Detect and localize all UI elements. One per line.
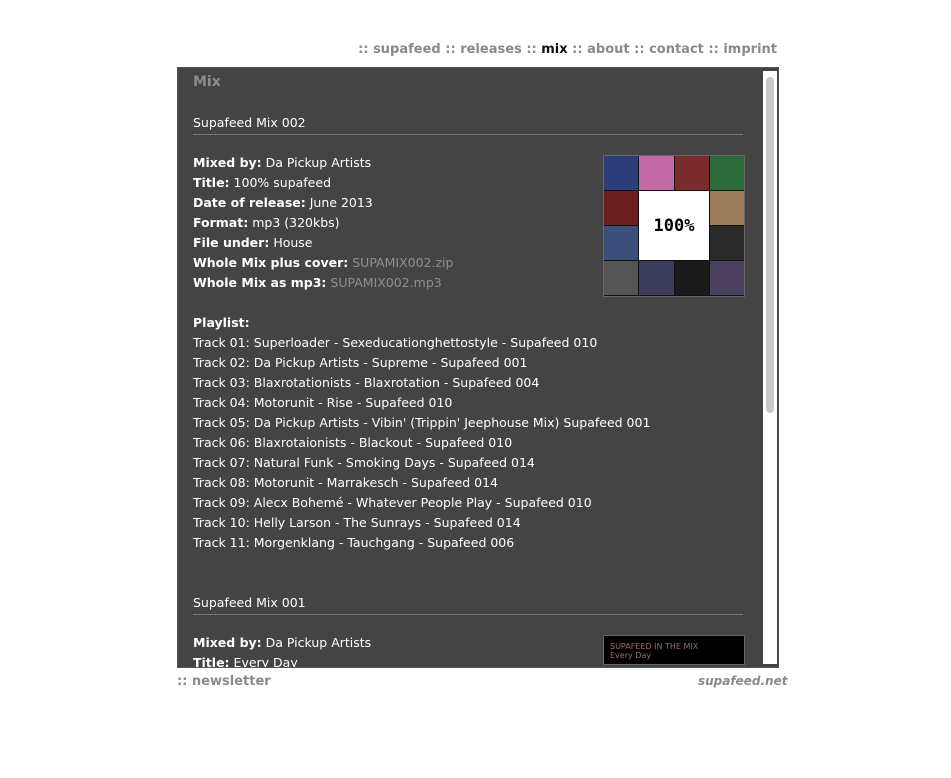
- playlist-label: Playlist:: [193, 315, 250, 330]
- download-mp3-link[interactable]: SUPAMIX002.mp3: [330, 275, 441, 290]
- nav-separator: ::: [708, 42, 719, 57]
- nav-item-about[interactable]: about: [587, 42, 629, 57]
- newsletter-link[interactable]: :: newsletter: [177, 674, 271, 689]
- detail-label: Format:: [193, 215, 249, 230]
- nav-item-contact[interactable]: contact: [649, 42, 704, 57]
- nav-separator: ::: [572, 42, 583, 57]
- detail-value: Da Pickup Artists: [265, 635, 372, 650]
- detail-label: File under:: [193, 235, 270, 250]
- mix-entry: Supafeed Mix 002: [193, 115, 743, 135]
- mix-entry: Supafeed Mix 001: [193, 595, 743, 615]
- nav-separator: ::: [445, 42, 456, 57]
- top-navigation: :: supafeed :: releases :: mix :: about …: [358, 42, 777, 57]
- cover-label: Every Day: [610, 651, 652, 660]
- section-title: Mix: [193, 74, 221, 90]
- detail-label: Date of release:: [193, 195, 306, 210]
- cover-mosaic: 100%: [604, 156, 744, 296]
- vertical-scrollbar[interactable]: [763, 71, 777, 664]
- nav-item-releases[interactable]: releases: [460, 42, 522, 57]
- detail-label: Whole Mix as mp3:: [193, 275, 327, 290]
- track-item: Track 08: Motorunit - Marrakesch - Supaf…: [193, 475, 498, 490]
- track-item: Track 05: Da Pickup Artists - Vibin' (Tr…: [193, 415, 651, 430]
- nav-item-imprint[interactable]: imprint: [723, 42, 777, 57]
- detail-value: June 2013: [309, 195, 373, 210]
- detail-value: 100% supafeed: [233, 175, 332, 190]
- detail-value: Every Day: [233, 655, 298, 668]
- nav-separator: ::: [526, 42, 537, 57]
- track-item: Track 01: Superloader - Sexeducationghet…: [193, 335, 598, 350]
- scrollbar-thumb[interactable]: [766, 77, 774, 413]
- track-item: Track 07: Natural Funk - Smoking Days - …: [193, 455, 535, 470]
- track-item: Track 03: Blaxrotationists - Blaxrotatio…: [193, 375, 540, 390]
- nav-item-mix[interactable]: mix: [541, 42, 567, 57]
- detail-label: Whole Mix plus cover:: [193, 255, 349, 270]
- track-item: Track 10: Helly Larson - The Sunrays - S…: [193, 515, 521, 530]
- mix-title: Supafeed Mix 002: [193, 115, 743, 135]
- detail-value: House: [273, 235, 313, 250]
- nav-item-supafeed[interactable]: supafeed: [373, 42, 441, 57]
- nav-separator: ::: [358, 42, 369, 57]
- track-item: Track 09: Alecx Bohemé - Whatever People…: [193, 495, 592, 510]
- cover-label: SUPAFEED IN THE MIX: [610, 642, 699, 651]
- track-item: Track 06: Blaxrotaionists - Blackout - S…: [193, 435, 513, 450]
- mix-cover-image[interactable]: 100%: [603, 155, 745, 297]
- mix-cover-image[interactable]: SUPAFEED IN THE MIX Every Day: [603, 635, 745, 665]
- detail-label: Mixed by:: [193, 635, 262, 650]
- content-panel: Mix Supafeed Mix 002 Mixed by: Da Pickup…: [177, 67, 779, 668]
- detail-label: Title:: [193, 175, 230, 190]
- detail-label: Title:: [193, 655, 230, 668]
- mix-title: Supafeed Mix 001: [193, 595, 743, 615]
- track-item: Track 02: Da Pickup Artists - Supreme - …: [193, 355, 528, 370]
- detail-value: mp3 (320kbs): [252, 215, 340, 230]
- track-item: Track 04: Motorunit - Rise - Supafeed 01…: [193, 395, 453, 410]
- nav-separator: ::: [634, 42, 645, 57]
- playlist-heading: Playlist:: [193, 313, 743, 333]
- download-zip-link[interactable]: SUPAMIX002.zip: [352, 255, 453, 270]
- brand-logo: supafeed.net: [698, 674, 788, 688]
- cover-label: 100%: [639, 191, 709, 260]
- detail-label: Mixed by:: [193, 155, 262, 170]
- track-item: Track 11: Morgenklang - Tauchgang - Supa…: [193, 535, 515, 550]
- detail-value: Da Pickup Artists: [265, 155, 372, 170]
